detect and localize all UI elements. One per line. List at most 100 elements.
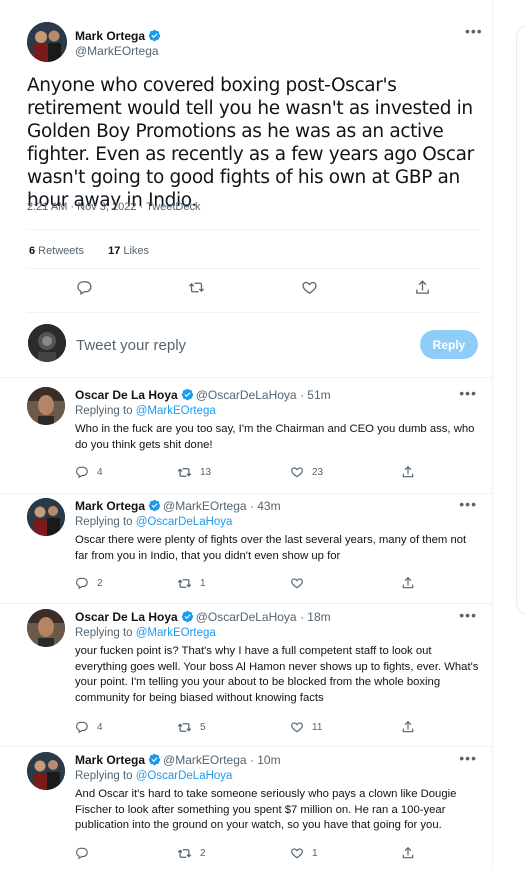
share-button[interactable] [401,846,415,860]
tweet-text: Anyone who covered boxing post-Oscar's r… [27,75,474,211]
reply-tweet[interactable]: Mark Ortega @MarkEOrtega · 43m ••• Replyi… [0,496,493,603]
tweet-stats: 6 Retweets 17 Likes [29,245,149,257]
divider [0,493,493,494]
verified-badge-icon [181,388,194,404]
share-button[interactable] [401,465,415,479]
retweets-stat[interactable]: 6 Retweets [29,245,84,257]
reply-button[interactable] [75,846,97,860]
reply-author-name[interactable]: Oscar De La Hoya [75,610,178,624]
retweet-button[interactable]: 13 [177,465,211,480]
retweet-button[interactable]: 2 [177,846,206,861]
reply-avatar[interactable] [27,498,65,536]
replying-to-link[interactable]: @OscarDeLaHoya [136,770,233,782]
divider [27,268,480,269]
reply-actions: 4 13 23 [75,465,435,481]
reply-author-name[interactable]: Mark Ortega [75,753,145,767]
retweet-count: 1 [200,578,206,589]
heart-icon [291,467,303,478]
replying-to: Replying to @MarkEOrtega [75,627,216,639]
reply-input[interactable]: Tweet your reply [76,337,186,354]
reply-icon [76,577,88,590]
share-button[interactable] [401,720,415,734]
reply-count: 2 [97,577,103,589]
retweet-icon [177,579,192,588]
reply-count: 4 [97,466,103,478]
replying-to-link[interactable]: @MarkEOrtega [136,405,216,417]
share-button[interactable] [414,279,431,296]
retweet-button[interactable]: 5 [177,720,206,735]
tweet-source[interactable]: TweetDeck [146,201,200,213]
reply-text: Who in the fuck are you too say, I'm the… [75,423,475,451]
share-icon [402,576,414,589]
retweet-button[interactable]: 1 [177,576,206,591]
reply-actions: 2 1 [75,576,435,592]
reply-author-handle[interactable]: @OscarDeLaHoya [196,388,297,402]
more-icon[interactable]: ••• [459,607,477,623]
tweet-actions [27,279,480,301]
tweet-thread-column: Mark Ortega @MarkEOrtega ••• Anyone who … [0,0,493,870]
share-button[interactable] [401,576,415,590]
retweet-icon [177,849,192,858]
reply-author-handle[interactable]: @MarkEOrtega [163,753,247,767]
reply-tweet[interactable]: Mark Ortega @MarkEOrtega · 10m ••• Replyi… [0,750,493,870]
retweet-count: 2 [200,848,206,859]
retweet-icon [177,468,192,477]
reply-tweet[interactable]: Oscar De La Hoya @OscarDeLaHoya · 51m •••… [0,385,493,493]
heart-icon [302,281,317,294]
like-count: 1 [312,847,318,859]
like-button[interactable]: 1 [290,846,318,860]
retweet-button[interactable] [188,279,205,296]
divider [0,603,493,604]
replying-to: Replying to @MarkEOrtega [75,405,216,417]
verified-badge-icon [148,499,161,515]
reply-author-name[interactable]: Mark Ortega [75,499,145,513]
reply-actions: 4 5 11 [75,720,435,736]
reply-submit-button[interactable]: Reply [420,330,478,359]
tweet-meta: 2:21 AM · Nov 3, 2022 · TweetDeck [27,201,201,213]
reply-author-handle[interactable]: @MarkEOrtega [163,499,247,513]
reply-button[interactable] [76,279,93,296]
reply-button[interactable]: 4 [75,465,103,479]
replying-to-link[interactable]: @OscarDeLaHoya [136,516,233,528]
reply-avatar[interactable] [27,752,65,790]
replying-to-link[interactable]: @MarkEOrtega [136,627,216,639]
more-icon[interactable]: ••• [465,23,483,39]
like-button[interactable] [290,576,312,590]
likes-stat[interactable]: 17 Likes [108,245,149,257]
reply-age[interactable]: 10m [257,753,280,767]
reply-author-name[interactable]: Oscar De La Hoya [75,388,178,402]
more-icon[interactable]: ••• [459,385,477,401]
avatar-mark-ortega[interactable] [27,22,67,62]
likes-count: 17 [108,245,121,257]
reply-age[interactable]: 18m [307,610,330,624]
author-handle[interactable]: @MarkEOrtega [75,44,159,58]
reply-button[interactable]: 2 [75,576,103,590]
tweet-time[interactable]: 2:21 AM [27,201,67,213]
more-icon[interactable]: ••• [459,496,477,512]
divider [0,377,493,378]
like-button[interactable]: 11 [290,720,322,734]
reply-tweet[interactable]: Oscar De La Hoya @OscarDeLaHoya · 18m •••… [0,607,493,746]
reply-age[interactable]: 43m [257,499,280,513]
reply-text: Oscar there were plenty of fights over t… [75,534,467,562]
reply-avatar[interactable] [27,387,65,425]
like-button[interactable] [301,279,318,296]
heart-icon [291,578,303,589]
reply-icon [76,721,88,734]
share-icon [402,846,414,859]
retweet-count: 5 [200,722,206,733]
reply-author-handle[interactable]: @OscarDeLaHoya [196,610,297,624]
divider [27,229,480,230]
verified-badge-icon [148,753,161,769]
tweet-date[interactable]: Nov 3, 2022 [77,201,136,213]
my-avatar[interactable] [28,324,66,362]
share-icon [402,465,414,478]
reply-age[interactable]: 51m [307,388,330,402]
more-icon[interactable]: ••• [459,750,477,766]
retweet-count: 13 [200,467,212,478]
like-button[interactable]: 23 [290,465,323,479]
author-name[interactable]: Mark Ortega [75,29,145,43]
share-icon [402,720,414,733]
reply-button[interactable]: 4 [75,720,103,734]
reply-avatar[interactable] [27,609,65,647]
